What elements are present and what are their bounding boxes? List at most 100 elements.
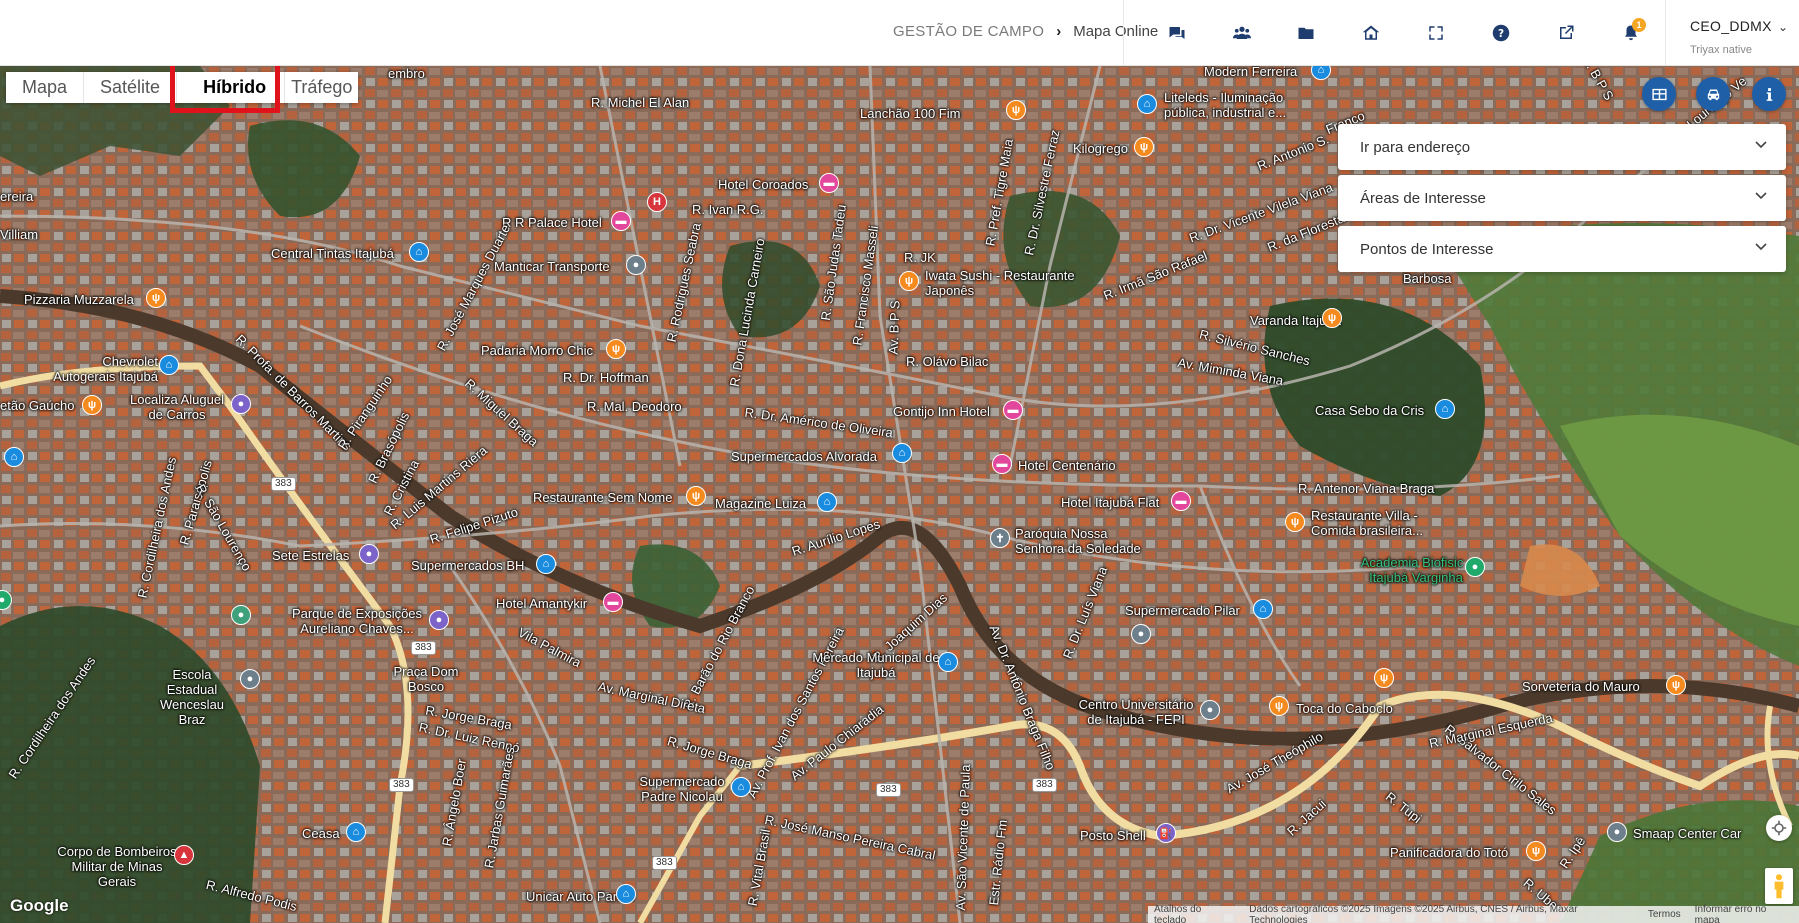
header-divider xyxy=(1123,0,1124,66)
panel-areas-de-interesse[interactable]: Áreas de Interesse xyxy=(1338,175,1786,221)
street-label: R. Michel El Alan xyxy=(591,95,690,110)
shop-pin-icon[interactable]: ⌂ xyxy=(4,447,24,467)
shop-pin-icon[interactable]: ⌂ xyxy=(731,777,751,797)
info-button[interactable] xyxy=(1752,77,1786,111)
chevron-down-icon xyxy=(1755,141,1767,149)
hotel-pin-icon[interactable]: ▬ xyxy=(819,173,839,193)
help-icon[interactable]: ? xyxy=(1486,18,1516,48)
hotel-pin-icon[interactable]: ▬ xyxy=(1003,400,1023,420)
road-shield: 383 xyxy=(411,641,436,655)
car-rental-pin-icon[interactable]: ● xyxy=(231,394,251,414)
home-icon[interactable] xyxy=(1356,18,1386,48)
street-view-pegman[interactable] xyxy=(1765,868,1793,904)
restaurant-pin-icon[interactable]: ψ xyxy=(146,288,166,308)
panel-ir-para-endereco[interactable]: Ir para endereço xyxy=(1338,124,1786,170)
users-icon[interactable] xyxy=(1227,18,1257,48)
street-label: R. Antenor Viana Braga xyxy=(1298,481,1435,496)
shop-pin-icon[interactable]: ⌂ xyxy=(892,443,912,463)
restaurant-pin-icon[interactable]: ψ xyxy=(1269,696,1289,716)
restaurant-pin-icon[interactable]: ψ xyxy=(1374,668,1394,688)
top-header: GESTÃO DE CAMPO › Mapa Online ? 1 CEO_DD… xyxy=(0,0,1799,66)
restaurant-pin-icon[interactable]: ψ xyxy=(1322,308,1342,328)
hospital-pin-icon[interactable]: H xyxy=(647,192,667,212)
poi-label: Manticar Transporte xyxy=(494,259,610,274)
shop-pin-icon[interactable]: ● xyxy=(359,544,379,564)
restaurant-pin-icon[interactable]: ψ xyxy=(606,339,626,359)
restaurant-pin-icon[interactable]: ψ xyxy=(1526,841,1546,861)
shop-pin-icon[interactable]: ⌂ xyxy=(1253,599,1273,619)
shop-pin-icon[interactable]: ⌂ xyxy=(346,822,366,842)
poi-label: Casa Sebo da Cris xyxy=(1315,403,1425,418)
terms-link[interactable]: Termos xyxy=(1648,909,1681,920)
hotel-pin-icon[interactable]: ▬ xyxy=(603,592,623,612)
street-label: R. Ivan R.G. xyxy=(692,202,764,217)
shop-pin-icon[interactable]: ⌂ xyxy=(616,884,636,904)
event-pin-icon[interactable]: ● xyxy=(429,610,449,630)
poi-label: Supermercado Pilar xyxy=(1125,603,1240,618)
school-pin-icon[interactable]: ● xyxy=(1200,700,1220,720)
panel-pontos-de-interesse[interactable]: Pontos de Interesse xyxy=(1338,226,1786,272)
restaurant-pin-icon[interactable]: ψ xyxy=(1285,512,1305,532)
external-link-icon[interactable] xyxy=(1551,18,1581,48)
school-pin-icon[interactable]: ● xyxy=(240,669,260,689)
hotel-pin-icon[interactable]: ▬ xyxy=(992,454,1012,474)
google-logo: Google xyxy=(10,896,69,915)
place-pin-icon[interactable]: ● xyxy=(1607,822,1627,842)
street-label: R. Olávo Bilac xyxy=(906,354,989,369)
folder-icon[interactable] xyxy=(1291,18,1321,48)
street-label: R. Dr. Hoffman xyxy=(563,370,649,385)
poi-label: Pizzaria Muzzarela xyxy=(24,292,134,307)
shop-pin-icon[interactable]: ⌂ xyxy=(409,242,429,262)
keyboard-shortcuts-link[interactable]: Atalhos do teclado xyxy=(1154,904,1235,923)
user-menu[interactable]: CEO_DDMX Triyax native ⌄ xyxy=(1690,18,1790,56)
shop-pin-icon[interactable]: ⌂ xyxy=(536,554,556,574)
notification-badge: 1 xyxy=(1632,18,1646,32)
street-label: R. Mal. Deodoro xyxy=(587,399,682,414)
poi-label: Sete Estrelas xyxy=(272,548,350,563)
park-pin-icon[interactable]: ● xyxy=(231,605,251,625)
restaurant-pin-icon[interactable]: ψ xyxy=(899,271,919,291)
church-pin-icon[interactable]: ✝ xyxy=(990,528,1010,548)
restaurant-pin-icon[interactable]: ψ xyxy=(686,486,706,506)
hotel-pin-icon[interactable]: ▬ xyxy=(1171,491,1191,511)
report-error-link[interactable]: Informar erro no mapa xyxy=(1695,904,1793,923)
gym-pin-icon[interactable]: ● xyxy=(1465,557,1485,577)
restaurant-pin-icon[interactable]: ψ xyxy=(1134,137,1154,157)
school-pin-icon[interactable]: ● xyxy=(1131,624,1151,644)
shop-pin-icon[interactable]: ⌂ xyxy=(938,652,958,672)
fire-station-pin-icon[interactable]: ▲ xyxy=(174,845,194,865)
breadcrumb-root[interactable]: GESTÃO DE CAMPO xyxy=(893,23,1044,40)
map-type-satelite[interactable]: Satélite xyxy=(84,72,178,103)
shop-pin-icon[interactable]: ⌂ xyxy=(817,492,837,512)
hotel-pin-icon[interactable]: ▬ xyxy=(611,211,631,231)
car-pin-icon[interactable]: ⌂ xyxy=(159,355,179,375)
location-button[interactable] xyxy=(1766,815,1792,841)
poi-label: Iwata Sushi - Restaurante Japonês xyxy=(925,268,1075,298)
street-label: ereira xyxy=(0,189,34,204)
poi-label: Escola Estadual Wenceslau Braz xyxy=(159,667,225,727)
gas-station-pin-icon[interactable]: ⛽ xyxy=(1156,823,1176,843)
shop-pin-icon[interactable]: ⌂ xyxy=(1435,399,1455,419)
chat-icon[interactable] xyxy=(1162,18,1192,48)
map-type-mapa[interactable]: Mapa xyxy=(6,72,85,103)
restaurant-pin-icon[interactable]: ψ xyxy=(1006,100,1026,120)
shop-pin-icon[interactable]: ⌂ xyxy=(1137,94,1157,114)
notifications-button[interactable]: 1 xyxy=(1616,18,1646,48)
vehicles-button[interactable] xyxy=(1696,77,1730,111)
restaurant-pin-icon[interactable]: ψ xyxy=(82,395,102,415)
poi-label: Supermercados BH xyxy=(411,558,525,573)
map-type-trafego[interactable]: Tráfego xyxy=(285,72,358,103)
map-type-hibrido[interactable]: Híbrido xyxy=(177,72,286,103)
poi-label: Hotel Itajubá Flat xyxy=(1061,495,1160,510)
poi-label: Ceasa xyxy=(302,826,340,841)
chevron-down-icon: ⌄ xyxy=(1778,20,1789,34)
street-label: Praça Dom Bosco xyxy=(393,664,459,694)
svg-text:?: ? xyxy=(1498,28,1504,40)
poi-label: Central Tintas Itajubá xyxy=(271,246,394,261)
restaurant-pin-icon[interactable]: ψ xyxy=(1666,675,1686,695)
place-pin-icon[interactable]: ● xyxy=(626,255,646,275)
table-view-button[interactable] xyxy=(1642,77,1676,111)
poi-label: Gontijo Inn Hotel xyxy=(893,404,990,419)
fullscreen-icon[interactable] xyxy=(1421,18,1451,48)
poi-label: Kilogrego xyxy=(1073,141,1128,156)
